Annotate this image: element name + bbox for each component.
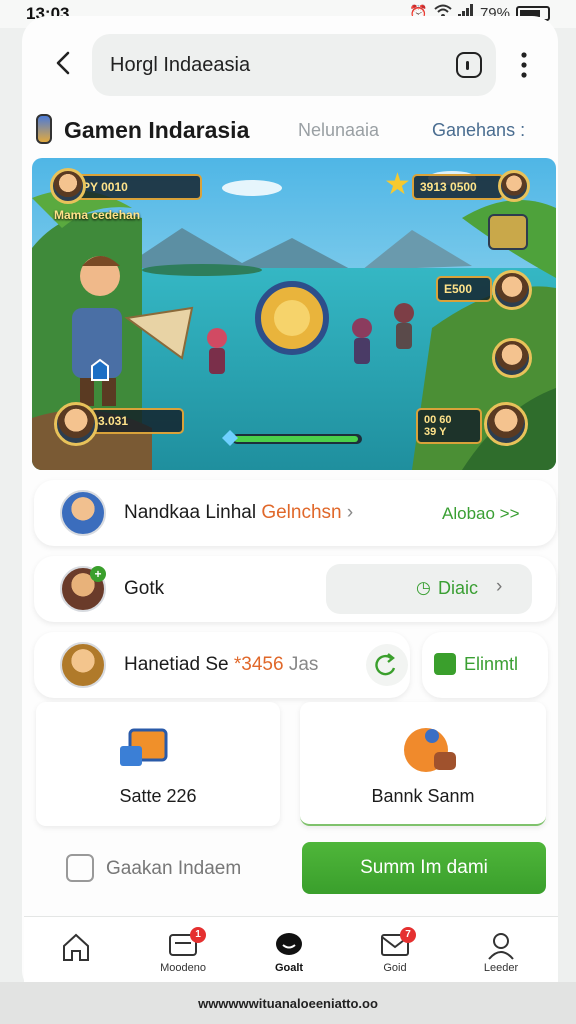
hud-player-hp: 3.031 bbox=[90, 408, 184, 434]
calendar-icon[interactable] bbox=[66, 854, 94, 882]
star-icon: ★ bbox=[384, 168, 411, 201]
bottom-nav: 1 Moodeno Goalt 7 Goid Leeder bbox=[24, 916, 558, 982]
hud-resource: E500 bbox=[436, 276, 492, 302]
game-banner[interactable]: PY 0010 Mama cedehan 3913 0500 ★ E500 3.… bbox=[32, 158, 556, 470]
list-item-gotk[interactable]: + Gotk ◷ Diaic › bbox=[34, 556, 556, 622]
row-title: Gotk bbox=[124, 578, 165, 599]
chevron-right-icon: › bbox=[346, 502, 354, 523]
hud-score-bar: 3913 0500 bbox=[412, 174, 504, 200]
info-icon[interactable] bbox=[456, 52, 482, 78]
row-accent: *3456 bbox=[233, 654, 284, 675]
nav-item-leeder[interactable]: Leeder bbox=[448, 917, 554, 983]
ally-avatar-2[interactable] bbox=[492, 270, 532, 310]
row-suffix: Jas bbox=[288, 654, 319, 675]
chest-icon[interactable] bbox=[488, 214, 528, 250]
row-title: Nandkaa Linhal bbox=[124, 502, 257, 523]
nav-label: Goid bbox=[383, 962, 407, 974]
more-menu-icon[interactable] bbox=[518, 50, 530, 80]
refresh-button[interactable] bbox=[366, 644, 408, 686]
primary-action-button[interactable]: Summ Im dami bbox=[302, 842, 546, 894]
section-title: Gamen Indarasia bbox=[64, 117, 250, 143]
row-action-pill[interactable]: ◷ Diaic › bbox=[326, 564, 532, 614]
hero-avatar[interactable] bbox=[54, 402, 98, 446]
search-input[interactable]: Horgl Indaeasia bbox=[110, 54, 250, 77]
enemy-avatar[interactable] bbox=[484, 402, 528, 446]
tile-left[interactable]: Satte 226 bbox=[36, 702, 280, 826]
nav-item-moodeno[interactable]: 1 Moodeno bbox=[130, 917, 236, 983]
tab-secondary[interactable]: Nelunaaia bbox=[298, 120, 379, 141]
refresh-icon bbox=[375, 653, 396, 676]
action-button[interactable]: Elinmtl bbox=[422, 632, 548, 698]
notification-badge: 1 bbox=[190, 927, 206, 943]
back-arrow-icon[interactable] bbox=[52, 48, 76, 78]
row-link[interactable]: Alobao >> bbox=[442, 504, 520, 524]
ally-avatar-1[interactable] bbox=[498, 170, 530, 202]
url-text: wwwwwwituanaloeeniatto.oo bbox=[198, 996, 378, 1011]
nav-label: Goalt bbox=[274, 962, 304, 974]
list-item-featured[interactable]: Nandkaa Linhal Gelnchsn › Alobao >> bbox=[34, 480, 556, 546]
ally-avatar-3[interactable] bbox=[492, 338, 532, 378]
nav-item-goalt[interactable]: Goalt bbox=[236, 917, 342, 983]
profile-icon bbox=[488, 933, 514, 960]
clock-icon: ◷ bbox=[416, 578, 431, 597]
hud-subtitle: Mama cedehan bbox=[54, 208, 141, 222]
home-icon bbox=[63, 933, 89, 961]
row-title: Hanetiad Se bbox=[124, 654, 229, 675]
nav-item-home[interactable] bbox=[24, 917, 130, 983]
nav-item-goid[interactable]: 7 Goid bbox=[342, 917, 448, 983]
action-label: Elinmtl bbox=[464, 654, 519, 674]
notification-badge: 7 bbox=[400, 927, 416, 943]
hud-player-bar: PY 0010 bbox=[74, 174, 202, 200]
player-avatar[interactable] bbox=[50, 168, 86, 204]
hud-enemy-hp: 00 60 39 Y bbox=[416, 408, 482, 444]
nav-label: Leeder bbox=[483, 962, 519, 974]
nav-label: Moodeno bbox=[160, 962, 206, 974]
search-field[interactable]: Horgl Indaeasia bbox=[92, 34, 496, 96]
tab-games[interactable]: Ganehans : bbox=[432, 120, 525, 141]
cube-icon bbox=[120, 728, 168, 766]
tile-right-label: Bannk Sanm bbox=[371, 786, 475, 806]
bomb-icon bbox=[404, 728, 456, 772]
avatar bbox=[60, 642, 106, 688]
tile-left-label: Satte 226 bbox=[119, 786, 197, 806]
row-highlight: Gelnchsn bbox=[261, 502, 342, 523]
avatar bbox=[60, 490, 106, 536]
tile-right[interactable]: Bannk Sanm bbox=[300, 702, 546, 826]
plus-badge-icon: + bbox=[90, 566, 106, 582]
app-logo-icon bbox=[36, 114, 52, 144]
row-action-label: Diaic bbox=[438, 578, 479, 598]
browser-footer: wwwwwwituanaloeeniatto.oo bbox=[0, 982, 576, 1024]
secondary-action-label[interactable]: Gaakan Indaem bbox=[106, 858, 241, 880]
play-square-icon bbox=[434, 653, 456, 675]
list-item-hanetiad[interactable]: Hanetiad Se *3456 Jas bbox=[34, 632, 410, 698]
chat-icon bbox=[276, 933, 302, 955]
chevron-right-icon: › bbox=[496, 576, 503, 597]
